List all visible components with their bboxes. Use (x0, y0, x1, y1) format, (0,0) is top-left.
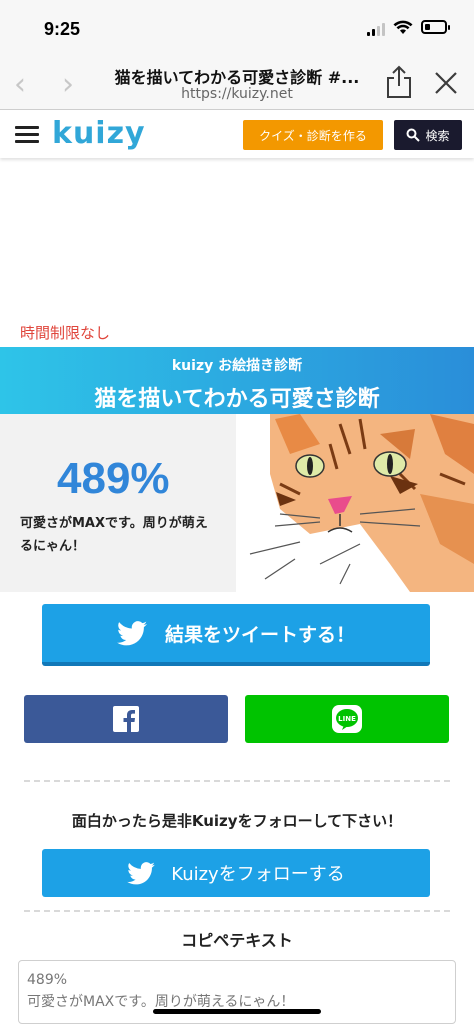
home-indicator[interactable] (153, 1009, 321, 1014)
banner-title: 猫を描いてわかる可愛さ診断 (94, 387, 380, 412)
copy-text-area[interactable]: 489% 可愛さがMAXです。周りが萌えるにゃん！ (18, 960, 456, 1024)
status-bar: 9:25 (0, 0, 474, 56)
site-header: kuizy クイズ・診断を作る 検索 (0, 110, 474, 158)
facebook-share-button[interactable] (24, 695, 228, 743)
browser-bar: ‹ › 猫を描いてわかる可愛さ診断 #... https://kuizy.net (0, 56, 474, 110)
site-logo[interactable]: kuizy (52, 116, 146, 151)
tweet-result-label: 結果をツイートする！ (164, 623, 355, 646)
twitter-icon (127, 861, 156, 884)
twitter-icon (116, 620, 147, 645)
result-summary: 489% 可愛さがMAXです。周りが萌えるにゃん！ (0, 414, 236, 592)
cat-drawing-image (240, 414, 474, 592)
signal-icon (367, 22, 387, 36)
line-share-button[interactable]: LINE (245, 695, 449, 743)
result-card: 489% 可愛さがMAXです。周りが萌えるにゃん！ (0, 414, 474, 592)
page: 9:25 ‹ › 猫を描いてわかる可愛さ診断 #... https://kuiz… (0, 0, 474, 1024)
create-quiz-button[interactable]: クイズ・診断を作る (243, 120, 383, 150)
svg-text:LINE: LINE (338, 715, 356, 723)
result-percent: 489% (57, 454, 170, 503)
close-icon[interactable] (433, 70, 459, 96)
share-icon[interactable] (385, 65, 413, 99)
status-time: 9:25 (44, 19, 81, 39)
result-text: 可愛さがMAXです。周りが萌えるにゃん！ (20, 516, 208, 554)
follow-heading: 面白かったら是非Kuizyをフォローして下さい！ (71, 812, 403, 830)
copy-text-line: 489% (27, 972, 68, 988)
line-icon: LINE (332, 705, 362, 733)
copy-text-heading: コピペテキスト (181, 931, 293, 950)
facebook-icon (113, 706, 139, 732)
follow-kuizy-label: Kuizyをフォローする (171, 864, 345, 885)
search-button[interactable]: 検索 (394, 120, 462, 150)
search-icon (406, 128, 421, 142)
divider (24, 780, 450, 782)
battery-icon (421, 20, 450, 34)
banner-subtitle: kuizy お絵描き診断 (171, 358, 303, 374)
search-label: 検索 (425, 128, 450, 143)
quiz-banner: kuizy お絵描き診断 猫を描いてわかる可愛さ診断 (0, 347, 474, 414)
time-limit-label: 時間制限なし (20, 324, 111, 342)
tweet-result-button[interactable]: 結果をツイートする！ (42, 604, 430, 666)
browser-url[interactable]: https://kuizy.net (102, 86, 372, 102)
wifi-icon (393, 20, 413, 34)
divider (24, 910, 450, 912)
chevron-right-icon[interactable]: › (62, 70, 74, 100)
chevron-left-icon[interactable]: ‹ (14, 70, 26, 100)
follow-kuizy-button[interactable]: Kuizyをフォローする (42, 849, 430, 897)
battery-level (425, 24, 430, 30)
menu-icon[interactable] (15, 126, 39, 144)
browser-page-title[interactable]: 猫を描いてわかる可愛さ診断 #... (102, 64, 372, 88)
